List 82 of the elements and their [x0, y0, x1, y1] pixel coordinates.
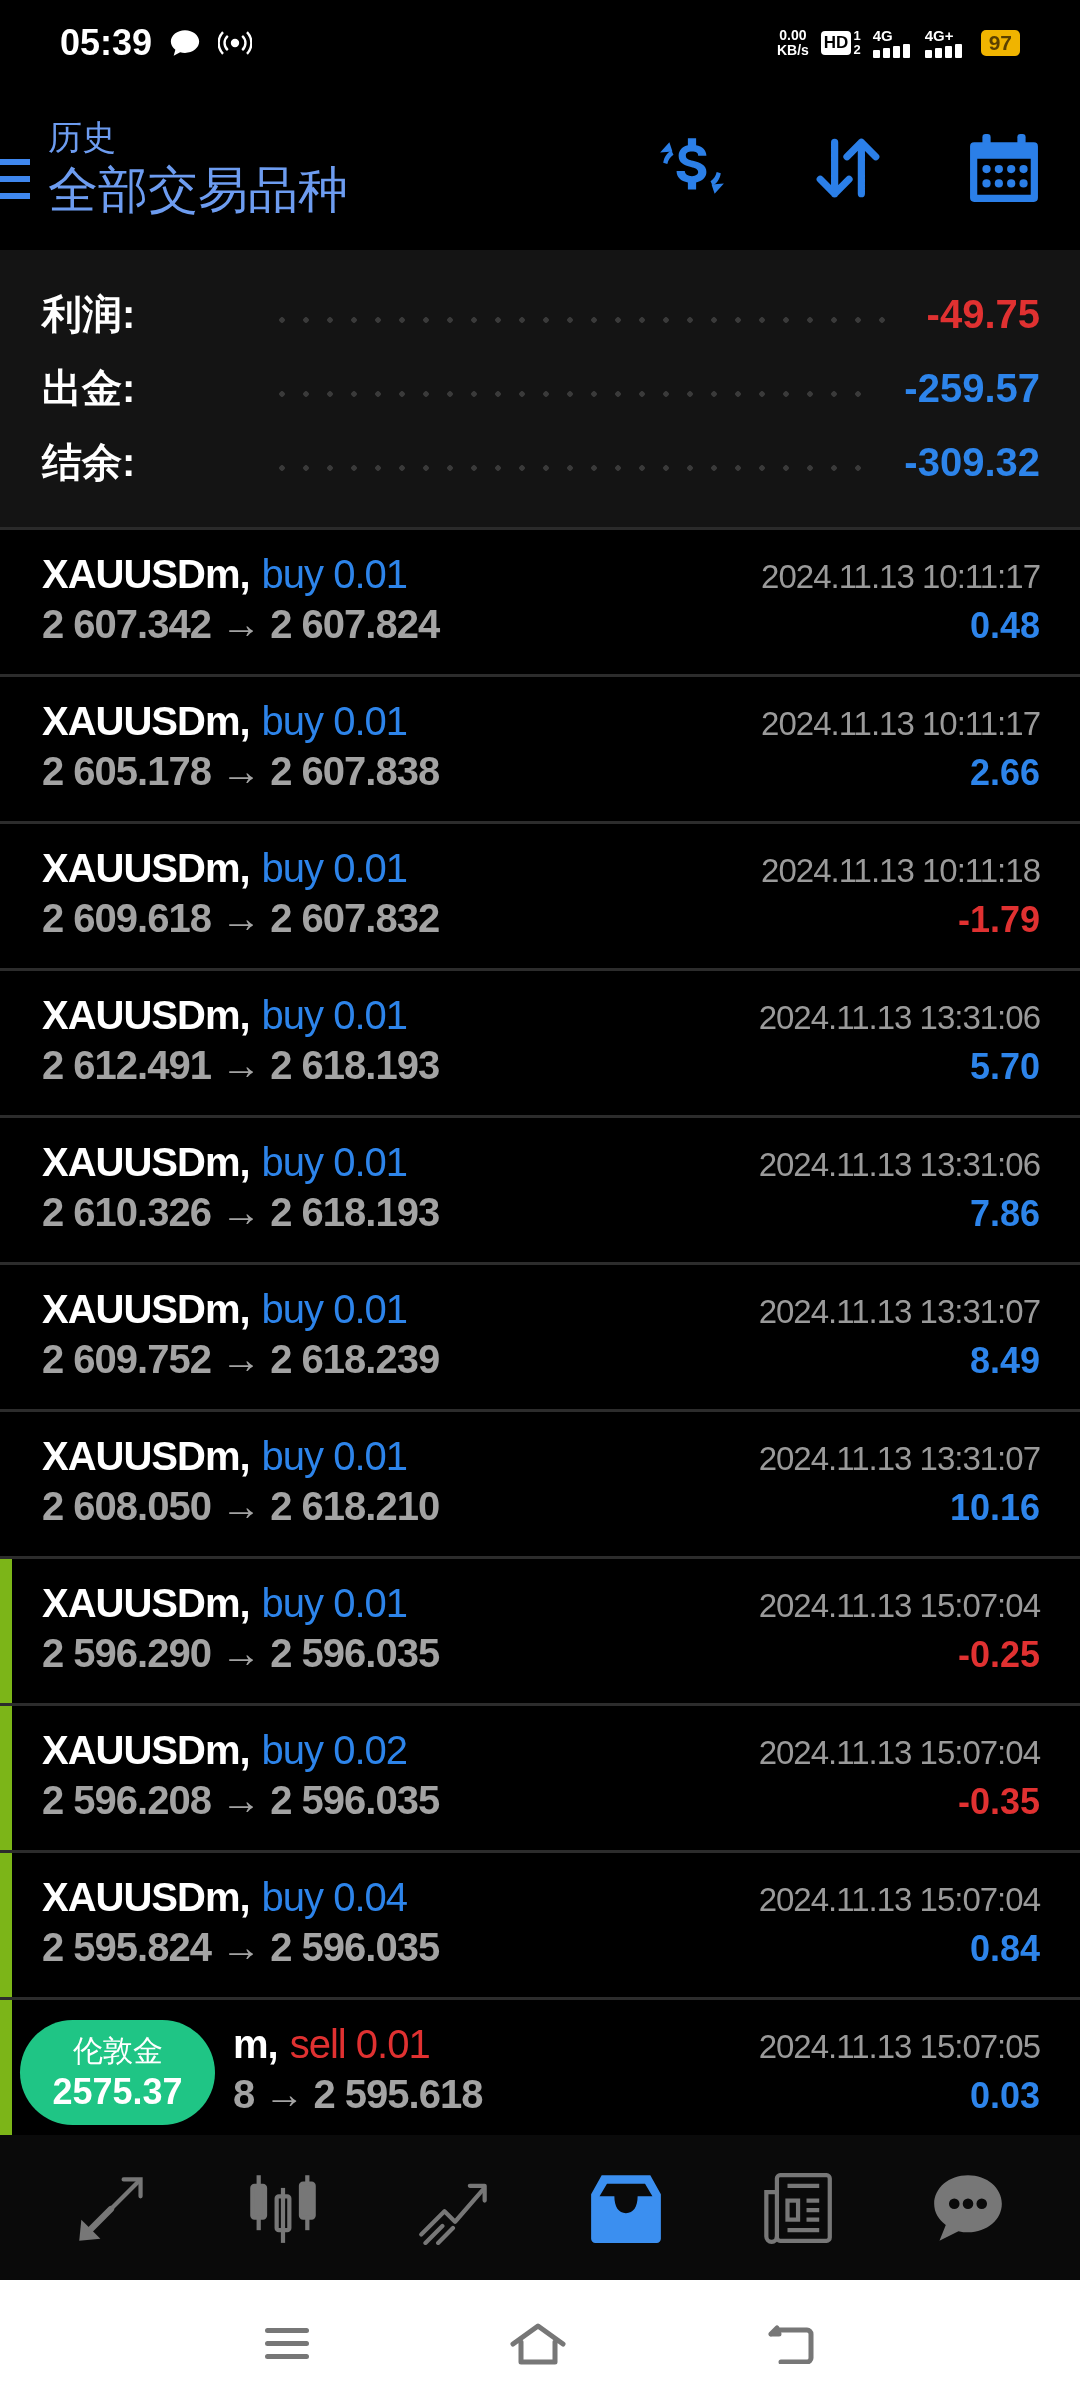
deal-time: 2024.11.13 10:11:17 [761, 705, 1040, 743]
profit-value: 0.84 [969, 1928, 1040, 1970]
deal-time: 2024.11.13 13:31:06 [758, 1146, 1040, 1184]
speed-unit: KB/s [776, 42, 809, 58]
symbol-name: XAUUSDm, [42, 1875, 250, 1920]
symbol-name: XAUUSDm, [42, 1287, 250, 1332]
summary-value: -259.57 [904, 366, 1040, 411]
summary-label: 利润: [42, 291, 137, 338]
price-range: 2 607.342 → 2 607.824 [42, 602, 440, 647]
network-type: 4G+ [924, 27, 954, 44]
price-range: 2 612.491 → 2 618.193 [42, 1043, 440, 1088]
deal-time: 2024.11.13 13:31:07 [758, 1440, 1040, 1478]
deal-type: buy 0.01 [261, 993, 408, 1038]
deal-type: sell 0.01 [289, 2022, 430, 2067]
battery-level: 97 [988, 30, 1012, 54]
deal-time: 2024.11.13 15:07:05 [758, 2028, 1040, 2066]
price-range: 2 595.824 → 2 596.035 [42, 1925, 440, 1970]
profit-value: 10.16 [949, 1487, 1040, 1529]
symbol-filter[interactable]: 全部交易品种 [48, 158, 348, 221]
quote-price: 2575.37 [52, 2071, 183, 2113]
screen-subtitle: 历史 [48, 116, 117, 158]
symbol-name: XAUUSDm, [42, 699, 250, 744]
deal-time: 2024.11.13 15:07:04 [758, 1734, 1040, 1772]
symbol-name: XAUUSDm, [42, 1434, 250, 1479]
signal-icon [924, 43, 965, 58]
network-type: 4G [872, 27, 893, 44]
deal-type: buy 0.01 [261, 1140, 408, 1185]
network-speed: 0.00 [779, 27, 807, 43]
profit-value: 5.70 [969, 1046, 1040, 1088]
price-range: 2 596.290 → 2 596.035 [42, 1631, 440, 1676]
price-range: 2 608.050 → 2 618.210 [42, 1484, 440, 1529]
symbol-name: XAUUSDm, [42, 1140, 250, 1185]
deal-type: buy 0.01 [261, 1581, 408, 1626]
deal-type: buy 0.01 [261, 552, 408, 597]
sim-number: 1 [853, 28, 861, 43]
symbol-name: XAUUSDm, [42, 993, 250, 1038]
profit-value: 0.48 [969, 605, 1040, 647]
deal-type: buy 0.02 [261, 1728, 408, 1773]
deal-time: 2024.11.13 15:07:04 [758, 1881, 1040, 1919]
deal-type: buy 0.01 [261, 1287, 408, 1332]
clock: 05:39 [60, 21, 153, 64]
deal-time: 2024.11.13 13:31:06 [758, 999, 1040, 1037]
profit-value: -0.35 [957, 1781, 1040, 1823]
symbol-name: XAUUSDm, [42, 1581, 250, 1626]
symbol-name: m, [233, 2022, 278, 2067]
menu-icon[interactable] [0, 156, 30, 201]
profit-value: 2.66 [969, 752, 1040, 794]
deal-time: 2024.11.13 10:11:17 [761, 558, 1040, 596]
symbol-name: XAUUSDm, [42, 846, 250, 891]
profit-value: -0.25 [957, 1634, 1040, 1676]
price-range: 2 610.326 → 2 618.193 [42, 1190, 440, 1235]
deal-type: buy 0.01 [261, 846, 408, 891]
deal-time: 2024.11.13 13:31:07 [758, 1293, 1040, 1331]
home-icon[interactable] [509, 2322, 567, 2366]
deal-time: 2024.11.13 15:07:04 [758, 1587, 1040, 1625]
deal-type: buy 0.01 [261, 699, 408, 744]
deal-time: 2024.11.13 10:11:18 [761, 852, 1040, 890]
summary-label: 结余: [42, 439, 137, 486]
profit-value: 8.49 [969, 1340, 1040, 1382]
sim-number: 2 [853, 42, 861, 57]
summary-label: 出金: [42, 365, 137, 412]
price-range: 2 605.178 → 2 607.838 [42, 749, 440, 794]
calendar-icon[interactable] [968, 131, 1040, 204]
profit-value: 7.86 [969, 1193, 1040, 1235]
profit-value: -1.79 [957, 899, 1040, 941]
deal-type: buy 0.01 [261, 1434, 408, 1479]
summary-value: -309.32 [904, 440, 1040, 485]
hotspot-icon [218, 30, 253, 55]
quote-name: 伦敦金 [72, 2033, 163, 2069]
price-range: 2 596.208 → 2 596.035 [42, 1778, 440, 1823]
profit-value: 0.03 [969, 2075, 1040, 2117]
symbol-name: XAUUSDm, [42, 1728, 250, 1773]
symbol-name: XAUUSDm, [42, 552, 250, 597]
back-icon[interactable] [767, 2324, 815, 2364]
price-range: 8 → 2 595.618 [233, 2072, 483, 2117]
price-range: 2 609.752 → 2 618.239 [42, 1337, 440, 1382]
hd-badge: HD [820, 30, 852, 55]
signal-icon [872, 43, 913, 58]
deal-type: buy 0.04 [261, 1875, 408, 1920]
price-range: 2 609.618 → 2 607.832 [42, 896, 440, 941]
summary-value: -49.75 [926, 292, 1040, 337]
menu-icon[interactable] [265, 2326, 309, 2362]
